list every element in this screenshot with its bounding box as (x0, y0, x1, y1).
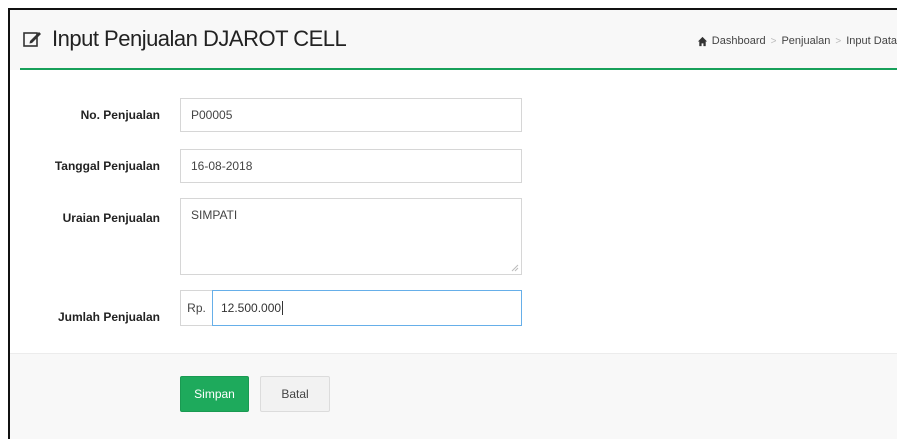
jumlah-penjualan-group: Rp. 12.500.000 (180, 290, 522, 326)
page-title: Input Penjualan DJAROT CELL (22, 26, 347, 52)
save-button[interactable]: Simpan (180, 376, 249, 412)
jumlah-penjualan-label: Jumlah Penjualan (57, 310, 160, 324)
tanggal-penjualan-input[interactable]: 16-08-2018 (180, 149, 522, 183)
no-penjualan-input[interactable]: P00005 (180, 98, 522, 132)
app-frame: Input Penjualan DJAROT CELL Dashboard > … (8, 8, 897, 439)
currency-prefix: Rp. (180, 290, 212, 326)
breadcrumb-penjualan[interactable]: Penjualan (781, 35, 830, 47)
home-icon (697, 36, 707, 46)
breadcrumb-dashboard[interactable]: Dashboard (712, 35, 766, 47)
uraian-penjualan-label: Uraian Penjualan (62, 211, 160, 225)
breadcrumb: Dashboard > Penjualan > Input Data (697, 35, 897, 47)
text-cursor (282, 301, 284, 315)
breadcrumb-input-data: Input Data (846, 35, 897, 47)
no-penjualan-label: No. Penjualan (80, 108, 160, 122)
sales-form: No. Penjualan P00005 Tanggal Penjualan 1… (10, 70, 897, 353)
resize-grip-icon[interactable] (511, 264, 519, 272)
uraian-penjualan-textarea[interactable]: SIMPATI (180, 198, 522, 275)
jumlah-penjualan-input[interactable]: 12.500.000 (212, 290, 522, 326)
edit-icon (23, 32, 41, 47)
tanggal-penjualan-label: Tanggal Penjualan (54, 159, 160, 173)
page-header: Input Penjualan DJAROT CELL Dashboard > … (10, 10, 897, 70)
uraian-penjualan-value: SIMPATI (191, 208, 238, 222)
breadcrumb-separator: > (835, 35, 842, 47)
page-title-text: Input Penjualan DJAROT CELL (52, 26, 347, 51)
cancel-button[interactable]: Batal (260, 376, 330, 412)
form-footer: Simpan Batal (10, 353, 897, 439)
jumlah-penjualan-value: 12.500.000 (221, 301, 282, 315)
breadcrumb-separator: > (770, 35, 777, 47)
